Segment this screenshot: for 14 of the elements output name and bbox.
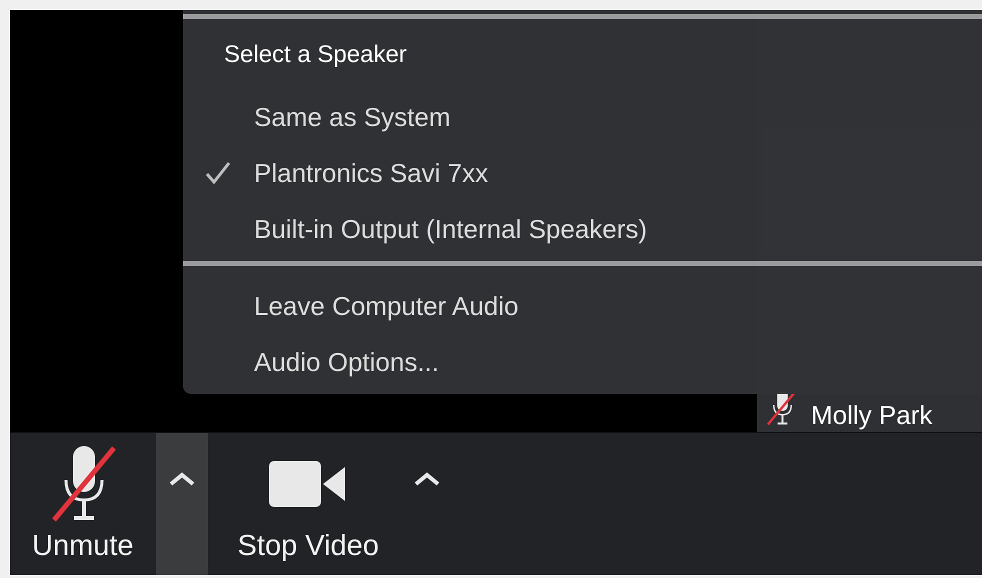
caret-up-icon xyxy=(168,472,195,486)
check-icon xyxy=(205,161,231,185)
options-caret-button[interactable] xyxy=(156,433,208,575)
participant-name: Molly Park xyxy=(811,402,932,428)
menu-item[interactable]: Leave Computer Audio xyxy=(183,278,982,334)
menu-item[interactable]: Same as System xyxy=(183,89,982,145)
video-camera-icon xyxy=(269,459,348,509)
menu-item[interactable]: Audio Options... xyxy=(183,334,982,390)
menu-header: Select a Speaker xyxy=(223,40,408,70)
menu-item[interactable]: Plantronics Savi 7xx xyxy=(183,145,982,201)
unmute-button[interactable]: Unmute xyxy=(10,433,156,575)
menu-item[interactable]: Built-in Output (Internal Speakers) xyxy=(183,201,982,257)
video-button[interactable]: Stop Video xyxy=(216,433,401,575)
caret-up-icon xyxy=(414,472,440,486)
